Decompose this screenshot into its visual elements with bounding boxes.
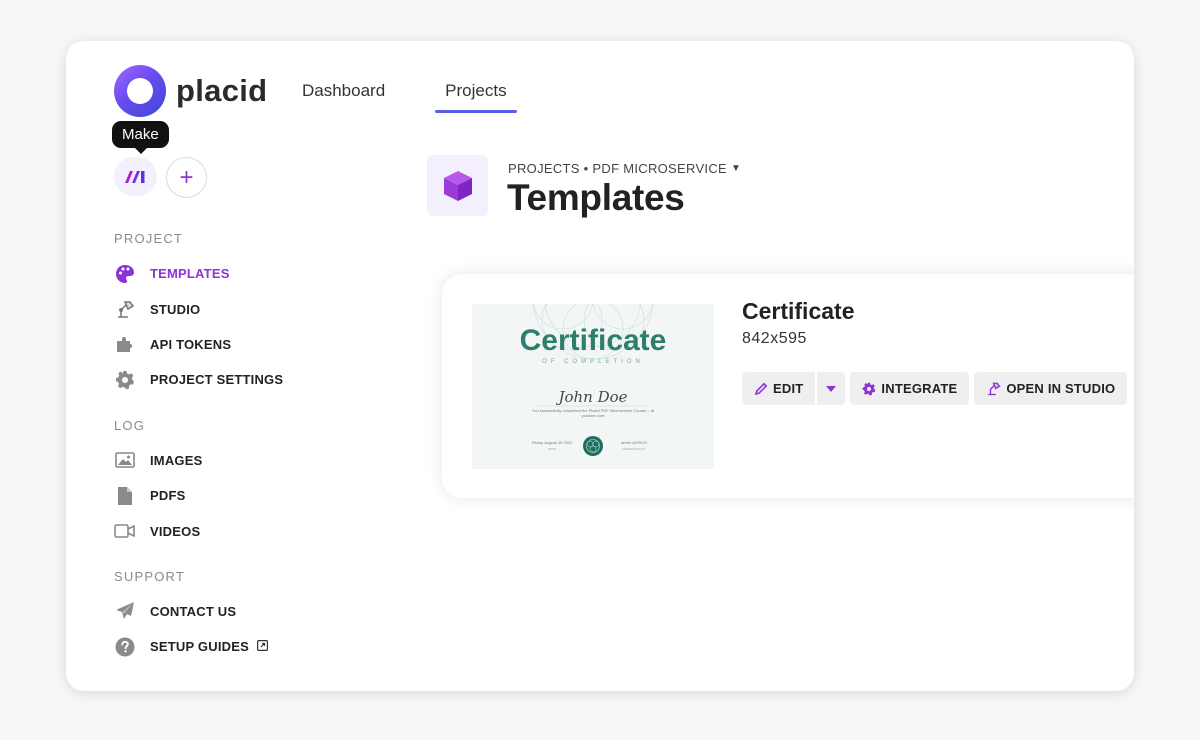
open-in-studio-label: OPEN IN STUDIO [1006,381,1116,396]
sidebar-item-label: VIDEOS [150,523,201,539]
preview-date: Friday, August 19 2022 [532,440,574,445]
placid-logo-icon [114,65,166,117]
preview-date-caption: DATE [548,447,556,451]
question-circle-icon [114,636,136,658]
caret-down-icon: ▼ [731,163,742,174]
project-badge [427,155,488,216]
palette-icon [114,263,136,285]
video-icon [114,520,136,542]
section-title: PROJECT [114,231,184,246]
template-size: 842x595 [742,330,807,347]
sidebar-item-label: SETUP GUIDES [150,639,249,655]
workspace-switcher: + [114,157,207,198]
sidebar-item-templates[interactable]: TEMPLATES [114,256,334,291]
sidebar-item-label: PROJECT SETTINGS [150,372,284,388]
template-preview[interactable]: Certificate OF COMPLETION John Doe You s… [472,304,714,469]
preview-signer-caption: PRESENTED BY [622,447,645,451]
template-card: Certificate OF COMPLETION John Doe You s… [442,274,1134,498]
sidebar-section-support: SUPPORT CONTACT US SETUP GUIDES [114,569,334,665]
file-icon [114,485,136,507]
paper-plane-icon [114,600,136,622]
sidebar-section-project: PROJECT TEMPLATES STUDIO API TOKENS PROJ… [114,231,334,398]
cube-icon [443,170,472,201]
sidebar-item-studio[interactable]: STUDIO [114,291,334,326]
seal-icon [583,436,603,456]
gear-icon [863,382,876,396]
lamp-icon [988,382,1001,396]
certificate-preview-art: Certificate OF COMPLETION John Doe You s… [520,304,667,456]
sidebar-item-label: IMAGES [150,452,203,468]
add-workspace-button[interactable]: + [166,157,207,198]
sidebar-item-images[interactable]: IMAGES [114,443,334,478]
top-nav: Dashboard Projects [302,81,557,113]
workspace-tooltip: Make [112,121,169,154]
sidebar-item-videos[interactable]: VIDEOS [114,513,334,548]
puzzle-icon [114,333,136,355]
preview-body: You successfully completed the Placid PD… [531,408,655,418]
preview-subtitle: OF COMPLETION [542,359,644,365]
sidebar-item-pdfs[interactable]: PDFS [114,478,334,513]
make-logo-icon [124,170,144,183]
image-icon [114,449,136,471]
integrate-label: INTEGRATE [881,381,958,396]
template-actions: EDIT INTEGRATE OPEN IN STUDIO [742,372,1128,405]
workspace-make-button[interactable] [114,157,157,196]
edit-button[interactable]: EDIT [742,372,816,405]
sidebar-item-label: STUDIO [150,301,201,317]
preview-recipient: John Doe [555,388,627,406]
gear-icon [114,369,136,391]
sidebar-section-log: LOG IMAGES PDFS VIDEOS [114,418,334,549]
lamp-icon [114,298,136,320]
placid-logo[interactable]: placid [114,65,267,117]
edit-label: EDIT [773,381,804,396]
page-title: Templates [507,177,685,218]
edit-dropdown-button[interactable] [817,372,846,405]
section-title: SUPPORT [114,568,186,584]
sidebar-item-label: CONTACT US [150,603,237,619]
sidebar-item-label: TEMPLATES [150,266,230,282]
template-name[interactable]: Certificate [742,298,854,325]
tab-projects[interactable]: Projects [435,81,518,113]
external-link-icon [256,638,268,656]
section-title: LOG [114,417,146,433]
sidebar-item-contact-us[interactable]: CONTACT US [114,594,334,629]
app-window: placid Dashboard Projects Make + PROJECT… [66,41,1134,691]
preview-title: Certificate [520,324,667,357]
sidebar-item-api-tokens[interactable]: API TOKENS [114,327,334,362]
pencil-icon [754,382,768,395]
sidebar: PROJECT TEMPLATES STUDIO API TOKENS PROJ… [114,231,334,685]
breadcrumb[interactable]: PROJECTS • PDF MICROSERVICE ▼ [508,161,741,176]
caret-down-icon [826,385,837,392]
sidebar-item-label: PDFS [150,488,186,504]
sidebar-item-project-settings[interactable]: PROJECT SETTINGS [114,362,334,397]
open-in-studio-button[interactable]: OPEN IN STUDIO [974,372,1128,405]
sidebar-item-setup-guides[interactable]: SETUP GUIDES [114,629,334,664]
logo-text: placid [176,73,268,108]
tab-dashboard[interactable]: Dashboard [302,81,395,113]
sidebar-item-label: API TOKENS [150,336,232,352]
breadcrumb-text: PROJECTS • PDF MICROSERVICE [508,161,727,176]
edit-button-group: EDIT [742,372,846,405]
preview-signer: armin ULRICH [621,440,647,445]
integrate-button[interactable]: INTEGRATE [850,372,970,405]
